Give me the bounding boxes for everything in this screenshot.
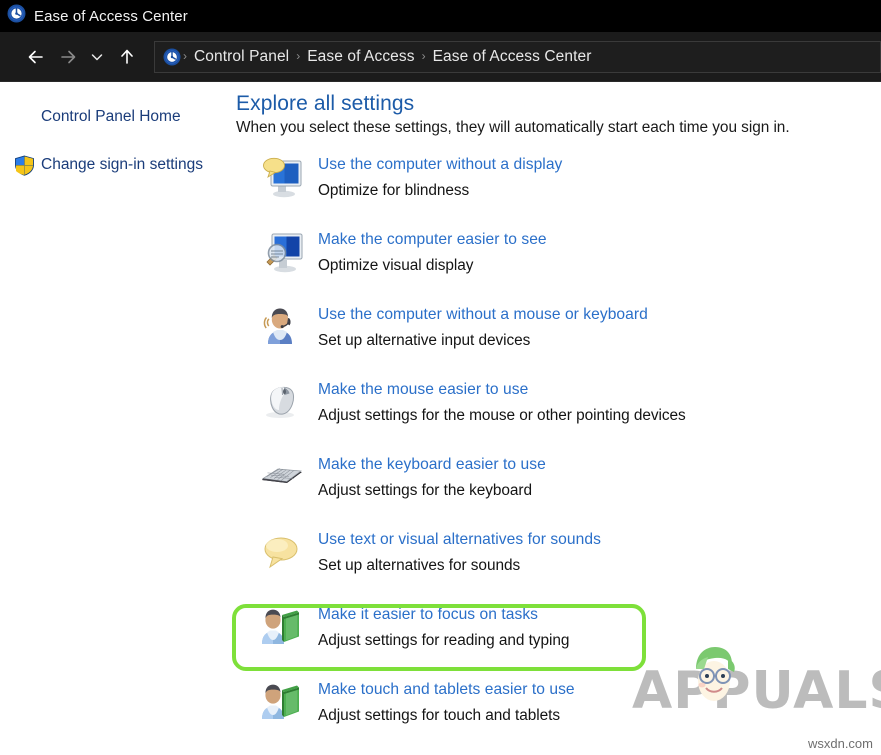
setting-description: Adjust settings for reading and typing xyxy=(318,632,570,649)
sidebar-item-control-panel-home[interactable]: Control Panel Home xyxy=(0,104,236,130)
setting-item[interactable]: Make the computer easier to see Optimize… xyxy=(236,226,871,301)
setting-description: Adjust settings for touch and tablets xyxy=(318,707,560,724)
setting-item[interactable]: Make touch and tablets easier to use Adj… xyxy=(236,676,871,751)
setting-description: Set up alternative input devices xyxy=(318,332,531,349)
ease-of-access-icon xyxy=(163,47,181,66)
setting-description: Optimize visual display xyxy=(318,257,474,274)
forward-arrow-icon[interactable] xyxy=(52,42,82,72)
setting-link[interactable]: Use the computer without a display xyxy=(318,156,562,174)
setting-item[interactable]: Use the computer without a display Optim… xyxy=(236,151,871,226)
setting-item[interactable]: Use text or visual alternatives for soun… xyxy=(236,526,871,601)
monitor-narrator-icon xyxy=(258,153,306,201)
title-bar: Ease of Access Center xyxy=(0,0,881,32)
ease-of-access-icon xyxy=(7,4,26,28)
window-body: Control Panel Home Change sign-in settin… xyxy=(0,82,881,754)
person-book-icon xyxy=(258,603,306,651)
setting-link[interactable]: Make the mouse easier to use xyxy=(318,381,686,399)
page-title: Explore all settings xyxy=(236,92,415,115)
breadcrumb-item-ease-of-access[interactable]: Ease of Access xyxy=(302,48,419,66)
breadcrumb-item-ease-of-access-center[interactable]: Ease of Access Center xyxy=(428,48,597,66)
sidebar-item-label: Change sign-in settings xyxy=(41,156,203,173)
breadcrumb: › Control Panel › Ease of Access › Ease … xyxy=(181,48,597,66)
setting-link[interactable]: Make it easier to focus on tasks xyxy=(318,606,569,624)
navigation-bar: › Control Panel › Ease of Access › Ease … xyxy=(0,32,881,82)
setting-link[interactable]: Make the keyboard easier to use xyxy=(318,456,546,474)
page-subtitle: When you select these settings, they wil… xyxy=(236,119,790,136)
up-arrow-icon[interactable] xyxy=(112,42,142,72)
keyboard-icon xyxy=(258,453,306,501)
setting-link[interactable]: Use text or visual alternatives for soun… xyxy=(318,531,601,549)
site-watermark: wsxdn.com xyxy=(807,736,873,751)
breadcrumb-separator: › xyxy=(296,48,301,63)
person-speech-icon xyxy=(258,303,306,351)
setting-description: Adjust settings for the mouse or other p… xyxy=(318,407,686,424)
setting-item[interactable]: Use the computer without a mouse or keyb… xyxy=(236,301,871,376)
setting-item-focus-on-tasks[interactable]: Make it easier to focus on tasks Adjust … xyxy=(236,601,871,676)
breadcrumb-separator: › xyxy=(421,48,426,63)
setting-description: Adjust settings for the keyboard xyxy=(318,482,532,499)
setting-item[interactable]: Make the keyboard easier to use Adjust s… xyxy=(236,451,871,526)
speech-bubble-icon xyxy=(258,528,306,576)
person-book-icon xyxy=(258,678,306,726)
setting-description: Set up alternatives for sounds xyxy=(318,557,521,574)
breadcrumb-item-control-panel[interactable]: Control Panel xyxy=(189,48,294,66)
sidebar: Control Panel Home Change sign-in settin… xyxy=(0,82,236,754)
setting-link[interactable]: Make the computer easier to see xyxy=(318,231,547,249)
address-bar[interactable]: › Control Panel › Ease of Access › Ease … xyxy=(154,40,881,73)
settings-list: Use the computer without a display Optim… xyxy=(236,151,871,751)
sidebar-item-label: Control Panel Home xyxy=(41,108,181,125)
uac-shield-icon xyxy=(14,155,35,176)
chevron-down-icon[interactable] xyxy=(82,42,112,72)
control-panel-window: Ease of Access Center › Control Panel › … xyxy=(0,0,881,755)
mouse-icon xyxy=(258,378,306,426)
window-title: Ease of Access Center xyxy=(34,7,188,25)
monitor-magnifier-icon xyxy=(258,228,306,276)
setting-link[interactable]: Make touch and tablets easier to use xyxy=(318,681,575,699)
sidebar-item-change-sign-in-settings[interactable]: Change sign-in settings xyxy=(0,152,236,178)
breadcrumb-separator: › xyxy=(183,48,187,63)
back-arrow-icon[interactable] xyxy=(22,42,52,72)
main-content: Explore all settings When you select the… xyxy=(236,82,881,754)
setting-link[interactable]: Use the computer without a mouse or keyb… xyxy=(318,306,648,324)
setting-item[interactable]: Make the mouse easier to use Adjust sett… xyxy=(236,376,871,451)
setting-description: Optimize for blindness xyxy=(318,182,470,199)
